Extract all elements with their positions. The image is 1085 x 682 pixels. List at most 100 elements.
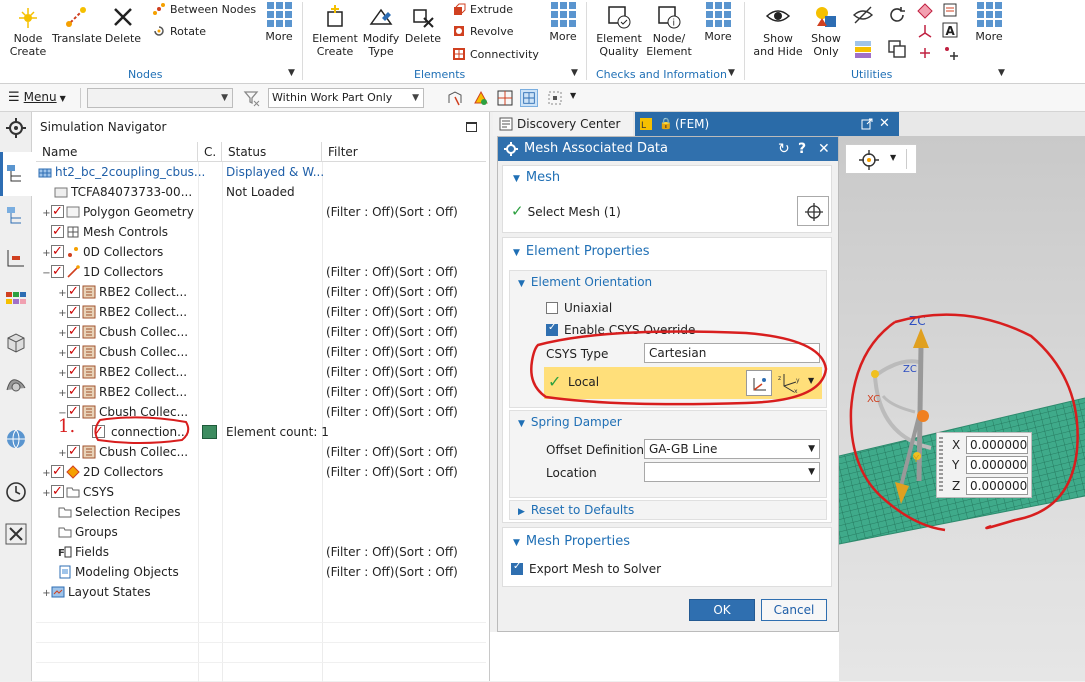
tree-row-rbe2-collector[interactable]: +RBE2 Collect... (Filter : Off)(Sort : O… xyxy=(36,302,486,322)
expand-plus-icon[interactable]: + xyxy=(58,324,67,344)
revolve-button[interactable]: Revolve xyxy=(452,24,514,39)
reuse-library-icon[interactable] xyxy=(4,330,28,354)
maximize-icon[interactable] xyxy=(466,122,477,132)
node-delete-button[interactable]: Delete xyxy=(104,4,142,45)
tab-discovery-center[interactable]: Discovery Center xyxy=(493,112,633,136)
node-create-button[interactable]: Node Create xyxy=(8,4,48,58)
diamond-icon[interactable] xyxy=(916,2,934,20)
tree-row-2d-collectors[interactable]: +2D Collectors (Filter : Off)(Sort : Off… xyxy=(36,462,486,482)
refresh-icon[interactable] xyxy=(886,4,908,26)
gear-icon[interactable] xyxy=(4,116,28,140)
tools-icon[interactable] xyxy=(4,522,28,546)
tree-row-selection-recipes[interactable]: Selection Recipes xyxy=(36,502,486,522)
show-only-button[interactable]: Show Only xyxy=(806,4,846,58)
expand-plus-icon[interactable]: + xyxy=(42,204,51,224)
visibility-checkbox[interactable] xyxy=(67,322,80,342)
cancel-button[interactable]: Cancel xyxy=(761,599,827,621)
visibility-checkbox[interactable] xyxy=(51,222,64,242)
filter-funnel-icon[interactable] xyxy=(243,89,261,107)
web-browser-icon[interactable] xyxy=(4,427,28,451)
offset-definition-select[interactable]: GA-GB Line ▼ xyxy=(644,439,820,459)
tree-row-cbush-collector[interactable]: +Cbush Collec... (Filter : Off)(Sort : O… xyxy=(36,322,486,342)
spring-damper-header[interactable]: ▼ Spring Damper xyxy=(518,415,622,429)
pop-out-icon[interactable] xyxy=(861,118,873,130)
history-clock-icon[interactable] xyxy=(4,480,28,504)
note-icon[interactable] xyxy=(942,2,958,18)
expand-plus-icon[interactable]: + xyxy=(58,384,67,404)
tree-row-layout-states[interactable]: + Layout States xyxy=(36,582,486,602)
color-palette-icon[interactable] xyxy=(4,288,28,312)
tree-row-1d-collectors[interactable]: −1D Collectors (Filter : Off)(Sort : Off… xyxy=(36,262,486,282)
visibility-checkbox[interactable] xyxy=(51,262,64,282)
nodes-more-dropdown-icon[interactable]: ▼ xyxy=(288,68,295,78)
translate-button[interactable]: Translate xyxy=(52,4,102,45)
visibility-checkbox[interactable] xyxy=(67,302,80,322)
tree-row-csys[interactable]: +CSYS xyxy=(36,482,486,502)
show-and-hide-button[interactable]: Show and Hide xyxy=(752,4,804,58)
modify-type-button[interactable]: Modify Type xyxy=(360,4,402,58)
uniaxial-checkbox[interactable]: Uniaxial xyxy=(546,301,612,315)
help-icon[interactable]: ? xyxy=(798,137,806,161)
tree-row-groups[interactable]: Groups xyxy=(36,522,486,542)
location-select[interactable]: ▼ xyxy=(644,462,820,482)
tree-row-rbe2-collector[interactable]: +RBE2 Collect... (Filter : Off)(Sort : O… xyxy=(36,282,486,302)
element-orientation-header[interactable]: ▼ Element Orientation xyxy=(518,275,652,289)
export-mesh-checkbox[interactable]: Export Mesh to Solver xyxy=(511,561,661,576)
expand-plus-icon[interactable]: + xyxy=(42,464,51,484)
tree-row-mesh-controls[interactable]: Mesh Controls xyxy=(36,222,486,242)
simulation-navigator-icon[interactable] xyxy=(4,162,28,186)
material-icon[interactable] xyxy=(4,372,28,396)
tree-row-fem-root[interactable]: ht2_bc_2coupling_cbus... Displayed & W..… xyxy=(36,162,486,182)
fem-navigator-icon[interactable] xyxy=(4,204,28,228)
element-delete-button[interactable]: Delete xyxy=(404,4,442,45)
reset-to-defaults-group[interactable]: ▶ Reset to Defaults xyxy=(509,500,827,520)
copy-icon[interactable] xyxy=(886,38,908,60)
connectivity-button[interactable]: Connectivity xyxy=(452,47,539,62)
checks-more-button[interactable]: More xyxy=(701,0,735,43)
extrude-button[interactable]: Extrude xyxy=(452,2,513,17)
select-mesh-button[interactable] xyxy=(797,196,829,226)
visibility-checkbox[interactable] xyxy=(67,342,80,362)
tree-row-idealized-part[interactable]: TCFA84073733-00... Not Loaded xyxy=(36,182,486,202)
ok-button[interactable]: OK xyxy=(689,599,755,621)
select-mesh-row[interactable]: ✓ Select Mesh (1) xyxy=(511,202,621,220)
tree-row-cbush-collector[interactable]: +Cbush Collec... (Filter : Off)(Sort : O… xyxy=(36,342,486,362)
part-navigator-icon[interactable] xyxy=(4,246,28,270)
tree-row-rbe2-collector[interactable]: +RBE2 Collect... (Filter : Off)(Sort : O… xyxy=(36,362,486,382)
collapse-minus-icon[interactable]: − xyxy=(42,264,51,284)
point-plus-icon[interactable] xyxy=(916,44,934,62)
visibility-checkbox[interactable] xyxy=(67,442,80,462)
between-nodes-button[interactable]: Between Nodes xyxy=(152,2,256,17)
column-header-c[interactable]: C. xyxy=(198,142,222,162)
elements-more-dropdown-icon[interactable]: ▼ xyxy=(571,68,578,78)
point-add-icon[interactable] xyxy=(942,44,960,62)
expand-plus-icon[interactable]: + xyxy=(58,444,67,464)
column-header-status[interactable]: Status xyxy=(222,142,322,162)
type-filter-combo[interactable]: ▼ xyxy=(87,88,233,108)
tree-row-0d-collectors[interactable]: +0D Collectors xyxy=(36,242,486,262)
text-annotation-icon[interactable]: A xyxy=(942,22,958,38)
select-by-face-icon[interactable] xyxy=(446,89,464,107)
tab-fem-file[interactable]: L 🔒 (FEM) ht2_bc_2coupling_cbush_x.fem ✕ xyxy=(635,112,899,155)
visibility-checkbox[interactable] xyxy=(51,482,64,502)
tree-row-polygon-geometry[interactable]: +Polygon Geometry (Filter : Off)(Sort : … xyxy=(36,202,486,222)
column-header-name[interactable]: Name xyxy=(36,142,198,162)
select-color-icon[interactable] xyxy=(472,89,490,107)
visibility-checkbox[interactable] xyxy=(51,462,64,482)
tree-row-rbe2-collector[interactable]: +RBE2 Collect... (Filter : Off)(Sort : O… xyxy=(36,382,486,402)
utilities-more-dropdown-icon[interactable]: ▼ xyxy=(998,68,1005,78)
visibility-checkbox[interactable] xyxy=(67,282,80,302)
csys-icon[interactable] xyxy=(916,22,934,40)
element-quality-button[interactable]: Element Quality xyxy=(596,4,642,58)
select-mesh-icon[interactable] xyxy=(520,89,538,107)
tree-row-modeling-objects[interactable]: Modeling Objects (Filter : Off)(Sort : O… xyxy=(36,562,486,582)
reset-icon[interactable]: ↻ xyxy=(778,137,790,161)
expand-plus-icon[interactable]: + xyxy=(42,484,51,504)
menu-button[interactable]: ☰ Menu ▼ xyxy=(8,90,66,105)
hide-eye-icon[interactable] xyxy=(852,4,874,26)
expand-plus-icon[interactable]: + xyxy=(42,584,51,604)
visibility-checkbox[interactable] xyxy=(67,382,80,402)
nodes-more-button[interactable]: More xyxy=(262,0,296,43)
mesh-properties-header[interactable]: ▼ Mesh Properties xyxy=(513,534,630,549)
chevron-down-icon[interactable]: ▼ xyxy=(570,91,576,100)
